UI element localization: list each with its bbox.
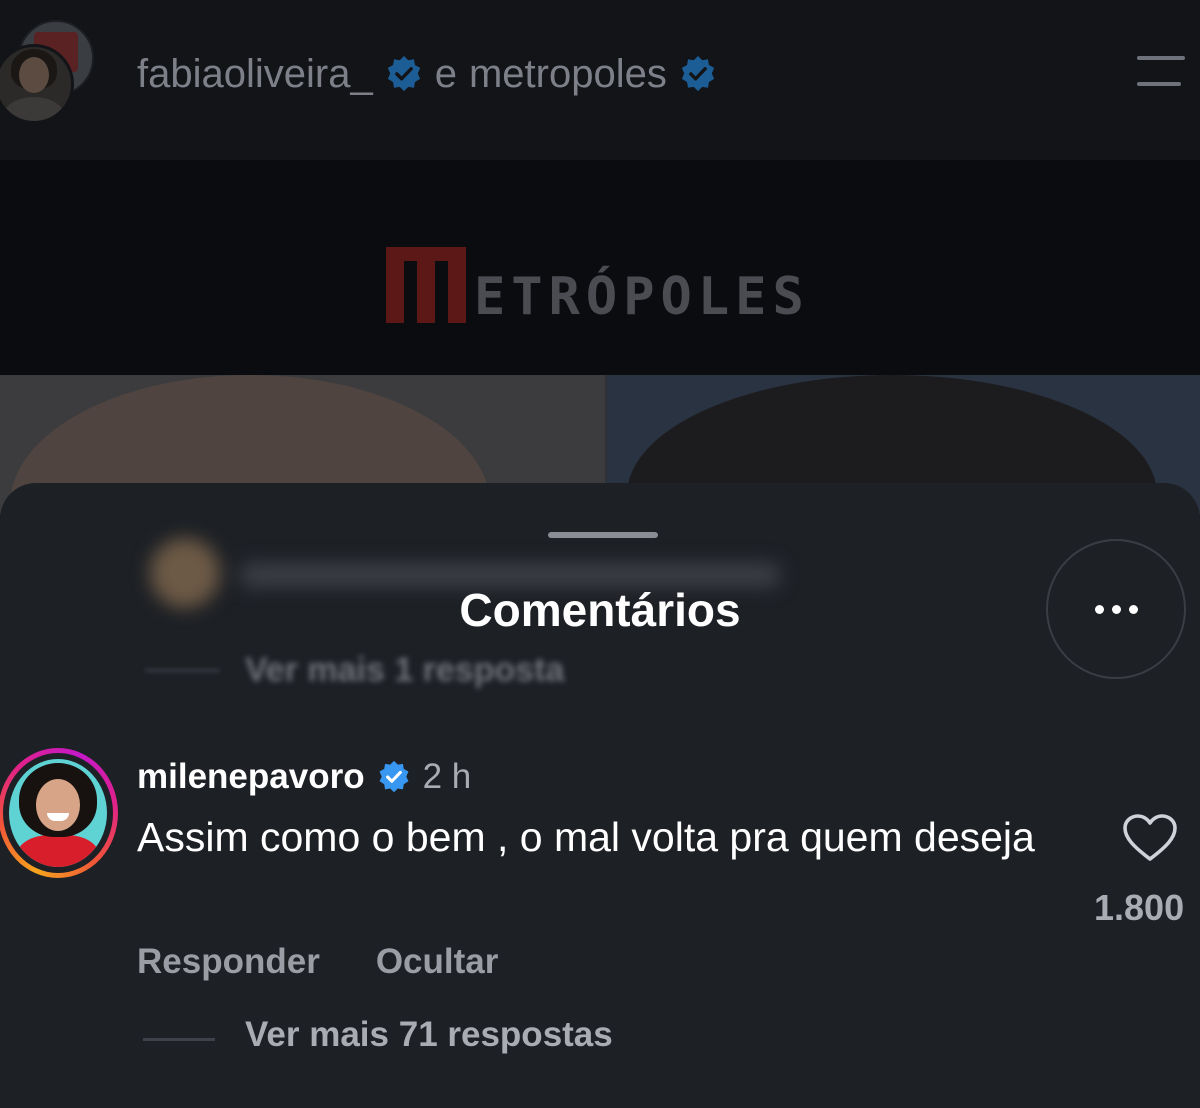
like-count: 1.800 <box>1094 887 1185 928</box>
metropoles-logo: ETRÓPOLES <box>386 243 810 323</box>
more-options-icon <box>1094 604 1104 614</box>
logo-text: ETRÓPOLES <box>474 267 810 327</box>
instagram-post-screen: fabiaoliveira_ e metropoles ETRÓPOLES Ve… <box>0 0 1200 1108</box>
comment-header: milenepavoro 2 h <box>137 753 471 801</box>
conjunction-text: e <box>434 51 457 96</box>
metropoles-m-icon <box>386 247 466 323</box>
fabiaoliveira-avatar[interactable] <box>0 44 74 124</box>
verified-badge-icon <box>387 55 420 92</box>
verified-badge-icon <box>681 55 714 92</box>
comment-username[interactable]: milenepavoro <box>137 757 365 797</box>
heart-icon[interactable] <box>1122 813 1178 863</box>
collab-avatars[interactable] <box>0 18 100 128</box>
avatar <box>9 759 107 867</box>
replies-divider <box>143 1038 215 1041</box>
view-more-replies[interactable]: Ver mais 71 respostas <box>245 1015 613 1055</box>
comment-avatar[interactable] <box>0 748 120 878</box>
comment-text: Assim como o bem , o mal volta pra quem … <box>137 814 1035 860</box>
verified-badge-icon <box>379 760 409 793</box>
hide-button[interactable]: Ocultar <box>376 942 499 982</box>
collab-usernames: fabiaoliveira_ e metropoles <box>137 48 717 100</box>
hidden-more-replies[interactable]: Ver mais 1 resposta <box>245 651 564 690</box>
post-header: fabiaoliveira_ e metropoles <box>0 0 1200 160</box>
more-options-button[interactable] <box>1046 539 1186 679</box>
comment-actions: Responder Ocultar <box>137 937 498 987</box>
username-metropoles[interactable]: metropoles <box>469 52 667 97</box>
sheet-title: Comentários <box>459 584 741 636</box>
menu-icon[interactable] <box>1137 56 1185 92</box>
username-fabiaoliveira[interactable]: fabiaoliveira_ <box>137 52 373 97</box>
reply-button[interactable]: Responder <box>137 942 320 982</box>
comments-sheet: Ver mais 1 resposta Comentários milenepa… <box>0 483 1200 1108</box>
comment-time: 2 h <box>422 757 472 796</box>
